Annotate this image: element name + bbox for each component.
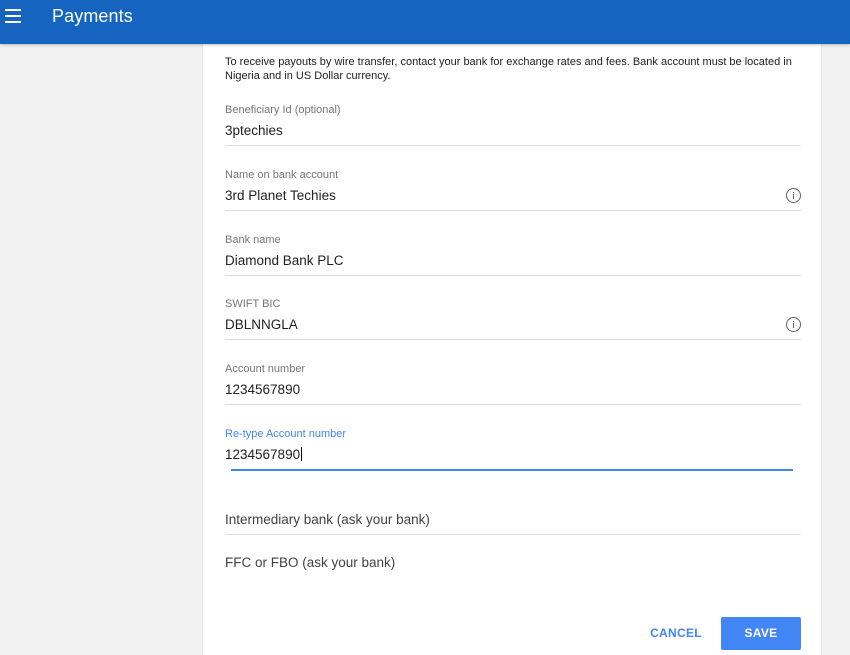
info-icon[interactable]	[786, 317, 801, 332]
account-number-input[interactable]: 1234567890	[225, 382, 300, 397]
field-label: SWIFT BIC	[225, 298, 281, 310]
field-underline	[225, 210, 801, 211]
app-bar: Payments	[0, 0, 850, 44]
input-text: 1234567890	[225, 447, 301, 462]
bank-name-input[interactable]: Diamond Bank PLC	[225, 253, 344, 268]
field-underline	[225, 339, 801, 340]
field-underline	[225, 275, 801, 276]
field-underline	[225, 145, 801, 146]
info-icon[interactable]	[786, 188, 801, 203]
ffc-fbo-input[interactable]: FFC or FBO (ask your bank)	[225, 555, 395, 570]
page-title: Payments	[52, 6, 133, 26]
field-label: Account number	[225, 363, 306, 375]
field-label: Bank name	[225, 234, 281, 246]
bank-account-form: To receive payouts by wire transfer, con…	[202, 44, 822, 655]
field-label: Re-type Account number	[225, 428, 347, 440]
field-underline	[225, 534, 801, 535]
field-underline-focused	[231, 469, 793, 471]
swift-bic-input[interactable]: DBLNNGLA	[225, 317, 298, 332]
retype-account-number-input[interactable]: 1234567890	[225, 447, 303, 462]
field-label: Beneficiary Id (optional)	[225, 104, 341, 116]
intermediary-bank-input[interactable]: Intermediary bank (ask your bank)	[225, 512, 430, 527]
field-underline	[225, 404, 801, 405]
name-on-account-input[interactable]: 3rd Planet Techies	[225, 188, 336, 203]
field-label: Name on bank account	[225, 169, 339, 181]
cancel-button[interactable]: CANCEL	[646, 623, 706, 643]
beneficiary-id-input[interactable]: 3ptechies	[225, 123, 283, 138]
text-caret	[301, 447, 303, 461]
menu-icon[interactable]	[5, 9, 21, 23]
intro-text: To receive payouts by wire transfer, con…	[225, 56, 792, 82]
save-button[interactable]: SAVE	[721, 617, 801, 650]
